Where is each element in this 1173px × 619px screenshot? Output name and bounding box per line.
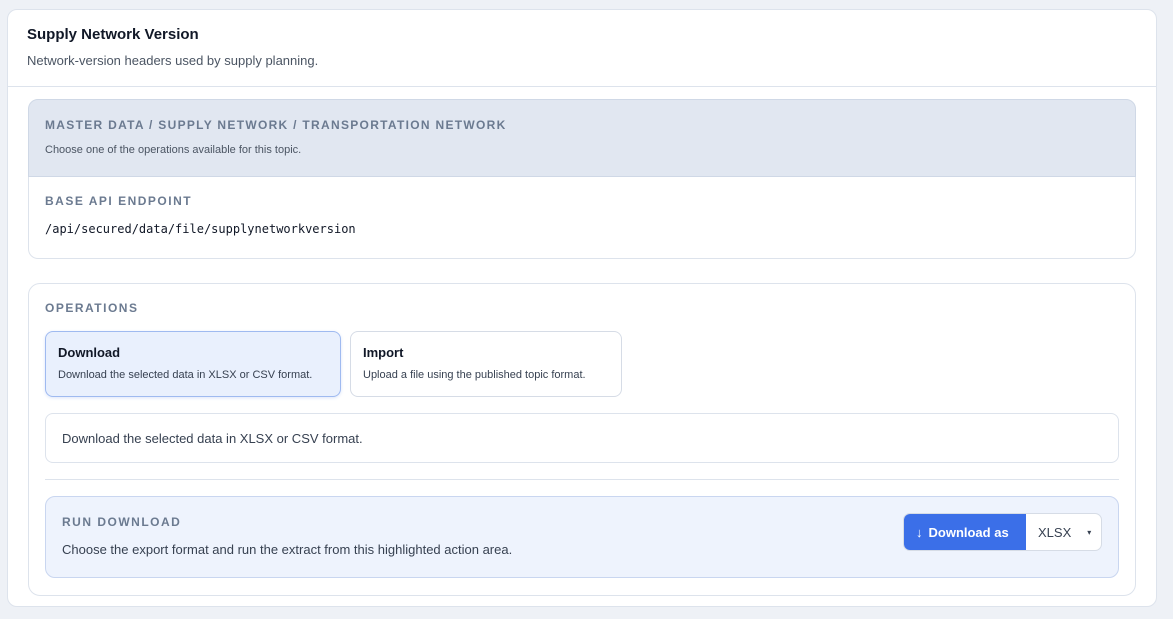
download-button-group: ↓ Download as XLSX ▾	[903, 513, 1102, 551]
download-as-button[interactable]: ↓ Download as	[904, 514, 1026, 550]
operation-title: Download	[58, 345, 121, 360]
page-title: Supply Network Version	[27, 26, 199, 43]
api-endpoint-panel: BASE API ENDPOINT /api/secured/data/file…	[28, 177, 1136, 259]
topic-banner: MASTER DATA / SUPPLY NETWORK / TRANSPORT…	[28, 99, 1136, 177]
download-arrow-icon: ↓	[916, 524, 923, 540]
download-as-label: Download as	[928, 524, 1009, 540]
operations-panel: OPERATIONS Download Download the selecte…	[28, 283, 1136, 596]
endpoint-label: BASE API ENDPOINT	[45, 194, 193, 208]
format-value: XLSX	[1038, 524, 1072, 540]
caret-down-icon: ▾	[1087, 527, 1092, 537]
supply-network-version-card: Supply Network Version Network-version h…	[7, 9, 1157, 607]
endpoint-value: /api/secured/data/file/supplynetworkvers…	[45, 222, 356, 236]
operation-description: Upload a file using the published topic …	[363, 369, 586, 381]
card-body: MASTER DATA / SUPPLY NETWORK / TRANSPORT…	[8, 87, 1156, 596]
operations-label: OPERATIONS	[45, 301, 139, 315]
operation-options: Download Download the selected data in X…	[45, 331, 1119, 397]
operation-import-option[interactable]: Import Upload a file using the published…	[350, 331, 622, 397]
card-header: Supply Network Version Network-version h…	[8, 10, 1156, 87]
divider	[45, 479, 1119, 480]
topic-hint: Choose one of the operations available f…	[45, 144, 302, 156]
selected-operation-description: Download the selected data in XLSX or CS…	[45, 413, 1119, 463]
operation-description: Download the selected data in XLSX or CS…	[58, 369, 313, 381]
operation-download-option[interactable]: Download Download the selected data in X…	[45, 331, 341, 397]
operation-title: Import	[363, 345, 404, 360]
format-select[interactable]: XLSX ▾	[1026, 514, 1101, 550]
run-download-panel: RUN DOWNLOAD Choose the export format an…	[45, 496, 1119, 578]
topic-breadcrumb: MASTER DATA / SUPPLY NETWORK / TRANSPORT…	[45, 118, 507, 132]
page-subtitle: Network-version headers used by supply p…	[27, 53, 319, 68]
